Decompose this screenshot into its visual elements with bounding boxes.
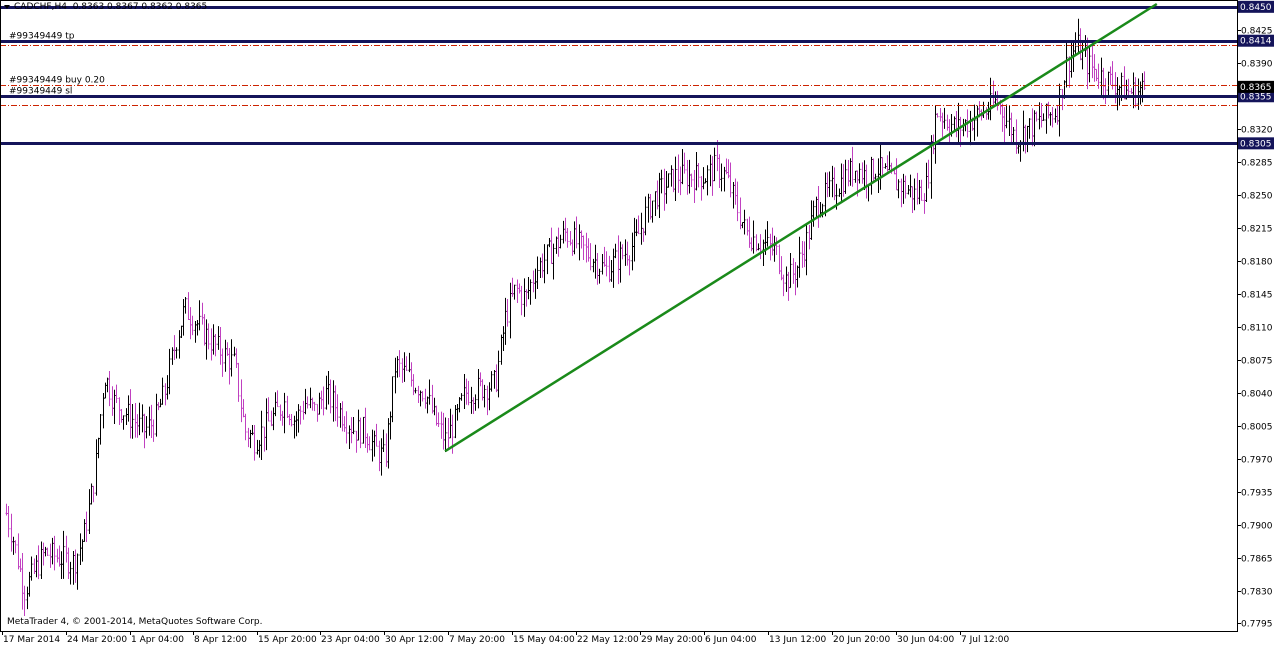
- x-tick-label: 20 Jun 20:00: [833, 635, 890, 645]
- level-label: #99349449 tp: [9, 32, 75, 42]
- price-tag-label: 0.8305: [1240, 139, 1272, 149]
- x-tick-label: 8 Apr 12:00: [194, 635, 247, 645]
- x-tick-label: 23 Apr 04:00: [321, 635, 380, 645]
- x-tick-label: 29 May 20:00: [641, 635, 703, 645]
- y-tick-label: 0.8040: [1241, 390, 1273, 400]
- y-tick-label: 0.7865: [1241, 555, 1273, 565]
- y-tick-label: 0.8215: [1241, 225, 1273, 235]
- y-tick-label: 0.7970: [1241, 456, 1273, 466]
- y-tick-label: 0.8285: [1241, 159, 1273, 169]
- level-label: #99349449 sl: [9, 87, 72, 97]
- x-tick-label: 22 May 12:00: [577, 635, 639, 645]
- y-tick-label: 0.8110: [1241, 324, 1273, 334]
- y-tick-label: 0.8250: [1241, 192, 1273, 202]
- x-tick-label: 7 Jul 12:00: [961, 635, 1010, 645]
- y-tick-label: 0.8005: [1241, 423, 1273, 433]
- y-tick-label: 0.8180: [1241, 258, 1273, 268]
- y-tick-label: 0.7830: [1241, 588, 1273, 598]
- level-label: #99349449 buy 0.20: [9, 76, 105, 86]
- y-tick-label: 0.7795: [1241, 620, 1273, 630]
- x-tick-label: 30 Jun 04:00: [897, 635, 954, 645]
- x-tick-label: 7 May 20:00: [449, 635, 505, 645]
- x-tick-label: 30 Apr 12:00: [385, 635, 444, 645]
- price-tag-label: 0.8450: [1240, 3, 1272, 13]
- chart-window[interactable]: 0.8425 0.8390 0.8320 0.8285 0.8250 0.8215 0.81…: [0, 0, 1276, 648]
- horizontal-levels-layer: [0, 6, 1237, 145]
- candles-layer: [5, 18, 1146, 617]
- y-tick-label: 0.7900: [1241, 522, 1273, 532]
- x-tick-label: 15 May 04:00: [513, 635, 575, 645]
- x-tick-label: 24 Mar 20:00: [67, 635, 127, 645]
- price-tag-label: 0.8414: [1240, 37, 1272, 47]
- y-tick-label: 0.8320: [1241, 126, 1273, 136]
- dropdown-triangle-icon[interactable]: [4, 4, 10, 9]
- price-tag-label: 0.8365: [1240, 83, 1272, 93]
- x-tick-label: 1 Apr 04:00: [131, 635, 184, 645]
- x-tick-label: 13 Jun 12:00: [769, 635, 826, 645]
- y-tick-label: 0.8145: [1241, 291, 1273, 301]
- price-tag-label: 0.8355: [1240, 92, 1272, 102]
- x-tick-label: 17 Mar 2014: [3, 635, 60, 645]
- chart-header: CADCHF,H4 0.8363 0.8367 0.8362 0.8365: [4, 2, 207, 12]
- ohlc-values: 0.8363 0.8367 0.8362 0.8365: [72, 2, 208, 12]
- candlestick-chart[interactable]: 0.84250.83900.83200.82850.82500.82150.81…: [0, 0, 1276, 648]
- x-tick-label: 6 Jun 04:00: [705, 635, 757, 645]
- copyright-text: MetaTrader 4, © 2001-2014, MetaQuotes So…: [7, 617, 263, 627]
- y-tick-label: 0.8075: [1241, 357, 1273, 367]
- symbol-label: CADCHF,H4: [14, 2, 67, 12]
- y-tick-label: 0.7935: [1241, 489, 1273, 499]
- x-tick-label: 15 Apr 20:00: [258, 635, 317, 645]
- y-tick-label: 0.8390: [1241, 60, 1273, 70]
